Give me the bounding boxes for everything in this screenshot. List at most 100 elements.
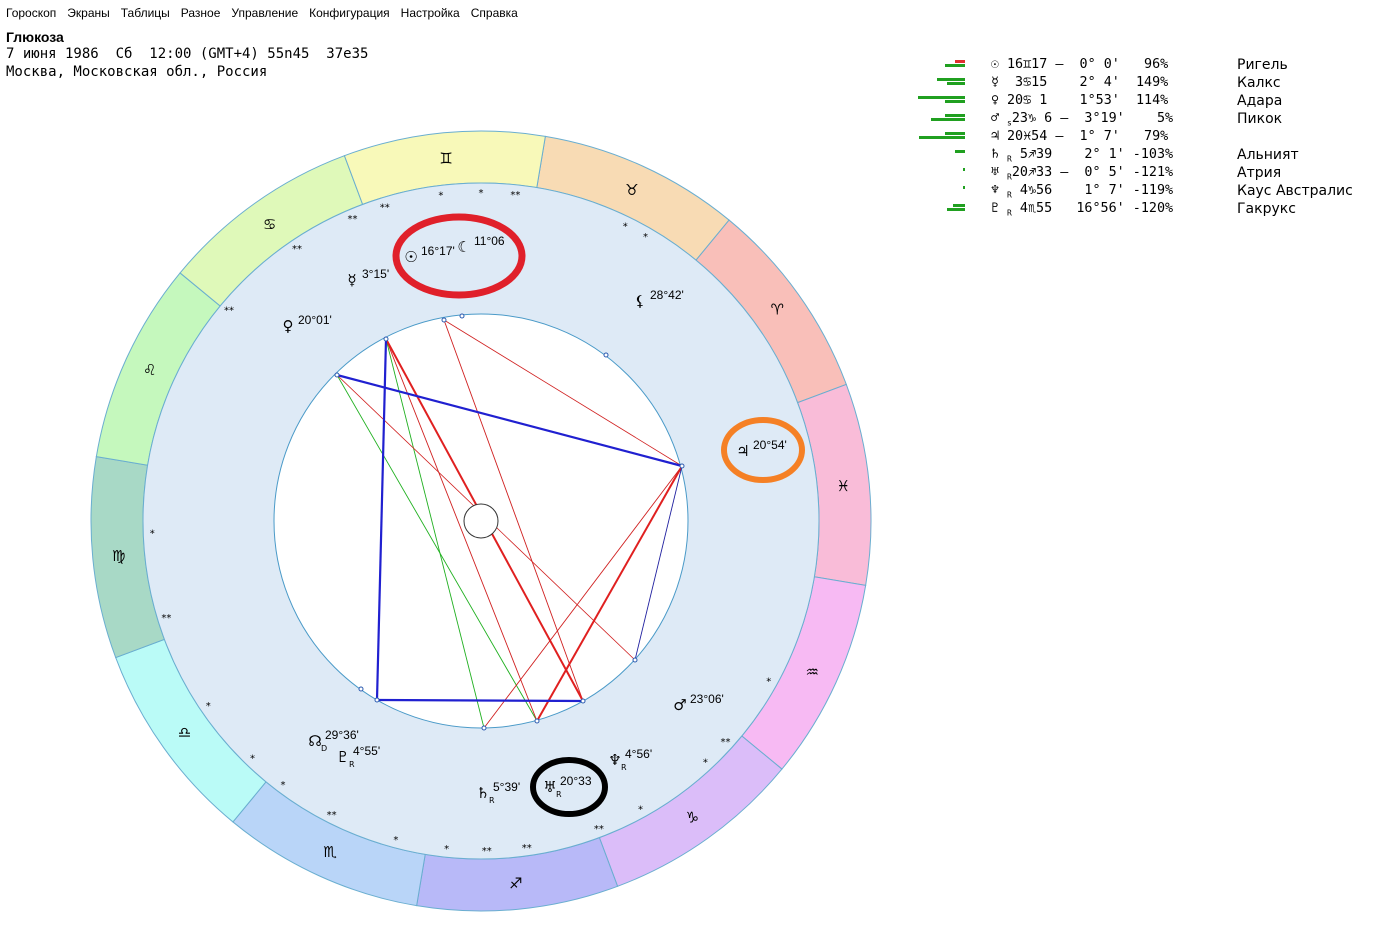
- planet-icon: ☿: [990, 75, 1000, 90]
- table-row[interactable]: ♇ R 4♏55 16°56' -120% Гакрукс: [918, 200, 1390, 218]
- fixed-star-name: Пикок: [1237, 111, 1283, 127]
- fixed-star-mark-13: *: [281, 780, 286, 791]
- strength-bars: [918, 96, 965, 110]
- position-values: 20♐33 – 0° 5' -121%: [1011, 165, 1174, 180]
- fixed-star-mark-17: **: [482, 846, 492, 857]
- table-row[interactable]: ♀ 20♋ 1 1°53' 114% Адара: [918, 92, 1390, 110]
- center-hub: [463, 503, 499, 539]
- capricorn-icon: ♑: [686, 808, 699, 826]
- jupiter-icon: ♃: [736, 442, 749, 460]
- fixed-star-mark-20: *: [638, 805, 643, 816]
- position-values: 5♐39 2° 1' -103%: [1011, 147, 1174, 162]
- venus-icon: ♀: [283, 317, 294, 335]
- fixed-star-mark-16: *: [444, 844, 449, 855]
- aspect-point-p8: [481, 725, 487, 731]
- saturn-icon: ♄: [476, 784, 489, 802]
- fixed-star-mark-14: **: [327, 810, 337, 821]
- aspect-point-p4: [679, 463, 685, 469]
- strength-bar: [947, 82, 965, 85]
- strength-bars: [918, 78, 965, 92]
- fixed-star-mark-5: *: [623, 221, 628, 232]
- strength-bar: [945, 114, 965, 117]
- neptune-retro-label: R: [621, 763, 627, 772]
- strength-bar: [963, 186, 965, 189]
- fixed-star-mark-0: **: [347, 214, 357, 225]
- cancer-icon: ♋: [263, 216, 276, 234]
- strength-bars: [918, 186, 965, 200]
- node-degree-label: 29°36': [325, 728, 359, 742]
- strength-bars: [918, 132, 965, 146]
- mercury-icon: ☿: [347, 271, 356, 289]
- fixed-star-mark-2: *: [438, 190, 443, 201]
- fixed-star-mark-15: *: [393, 835, 398, 846]
- fixed-star-name: Каус Австралис: [1237, 183, 1353, 199]
- strength-bars: [918, 168, 965, 182]
- venus-degree-label: 20°01': [298, 313, 332, 327]
- moon-degree-label: 11°06: [474, 234, 505, 248]
- strength-bar: [963, 168, 965, 171]
- position-values: 16♊17 – 0° 0' 96%: [1007, 57, 1169, 72]
- fixed-star-name: Адара: [1237, 93, 1283, 109]
- position-values: 4♏55 16°56' -120%: [1011, 201, 1174, 216]
- strength-bar: [945, 64, 965, 67]
- aspect-point-p7: [534, 718, 540, 724]
- planet-icon: ☉: [990, 57, 1000, 72]
- table-row[interactable]: ♃ 20♓54 – 1° 7' 79%: [918, 128, 1390, 146]
- planet-icon: ♀: [990, 93, 1000, 108]
- saturn-degree-label: 5°39': [493, 780, 520, 794]
- aspect-point-p12: [459, 313, 465, 319]
- table-row[interactable]: ☉ 16♊17 – 0° 0' 96% Ригель: [918, 56, 1390, 74]
- position-values: 20♋ 1 1°53' 114%: [1007, 93, 1169, 108]
- strength-bars: [918, 60, 965, 74]
- strength-bar: [955, 150, 965, 153]
- sun-degree-label: 16°17': [421, 244, 455, 258]
- fixed-star-name: Атрия: [1237, 165, 1282, 181]
- table-row[interactable]: ☿ 3♋15 2° 4' 149% Калкс: [918, 74, 1390, 92]
- planet-position-text: ☉ 16♊17 – 0° 0' 96%: [983, 56, 1168, 74]
- fixed-star-mark-1: **: [380, 202, 390, 213]
- position-values: 4♑56 1° 7' -119%: [1011, 183, 1174, 198]
- aspect-line-11: [376, 698, 584, 703]
- node-icon: ☊: [308, 732, 321, 750]
- aquarius-icon: ♒: [805, 663, 818, 681]
- fixed-star-mark-12: *: [250, 754, 255, 765]
- fixed-star-name: Альният: [1237, 147, 1299, 163]
- position-values: 3♋15 2° 4' 149%: [1007, 75, 1169, 90]
- aries-icon: ♈: [771, 301, 784, 319]
- table-row[interactable]: ♄ R 5♐39 2° 1' -103% Альният: [918, 146, 1390, 164]
- uranus-degree-label: 20°33: [560, 774, 592, 788]
- table-row[interactable]: ♅ R20♐33 – 0° 5' -121% Атрия: [918, 164, 1390, 182]
- aspect-point-p9: [374, 697, 380, 703]
- pluto-icon: ♇: [336, 748, 349, 766]
- uranus-icon: ♅: [543, 778, 556, 796]
- fixed-star-mark-19: **: [594, 824, 604, 835]
- planet-position-text: ♃ 20♓54 – 1° 7' 79%: [983, 128, 1168, 146]
- aspect-point-p3: [334, 372, 340, 378]
- leo-icon: ♌: [143, 361, 156, 379]
- pluto-degree-label: 4°55': [353, 744, 380, 758]
- aspect-point-p10: [358, 686, 364, 692]
- neptune-degree-label: 4°56': [625, 747, 652, 761]
- planet-icon: ♅: [990, 165, 1000, 180]
- table-row[interactable]: ♆ R 4♑56 1° 7' -119% Каус Австралис: [918, 182, 1390, 200]
- fixed-star-mark-22: **: [720, 737, 730, 748]
- sagittarius-icon: ♐: [509, 874, 522, 892]
- aspect-point-p1: [383, 336, 389, 342]
- strength-bar: [947, 208, 965, 211]
- jupiter-degree-label: 20°54': [753, 438, 787, 452]
- gemini-icon: ♊: [439, 150, 452, 168]
- scorpio-icon: ♏: [323, 843, 337, 861]
- strength-bar: [919, 136, 965, 139]
- mars-degree-label: 23°06': [690, 692, 724, 706]
- pisces-icon: ♓: [837, 477, 850, 495]
- position-values: 23♑ 6 – 3°19' 5%: [1011, 111, 1174, 126]
- fixed-star-mark-23: *: [766, 677, 771, 688]
- fixed-star-mark-21: *: [703, 758, 708, 769]
- strength-bar: [953, 204, 965, 207]
- fixed-star-name: Гакрукс: [1237, 201, 1296, 217]
- fixed-star-mark-18: **: [522, 843, 532, 854]
- fixed-star-mark-6: *: [643, 232, 648, 243]
- aspect-point-p5: [632, 657, 638, 663]
- table-row[interactable]: ♂ s23♑ 6 – 3°19' 5% Пикок: [918, 110, 1390, 128]
- strength-bar: [945, 132, 965, 135]
